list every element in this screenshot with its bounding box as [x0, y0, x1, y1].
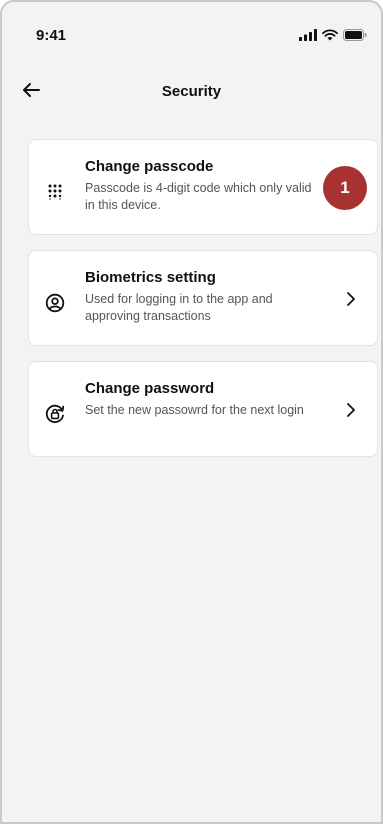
change-passcode-card[interactable]: Change passcode Passcode is 4-digit code… [28, 139, 378, 235]
signal-icon [299, 29, 317, 41]
card-description: Used for logging in to the app and appro… [85, 292, 273, 323]
chevron-right-icon [343, 400, 359, 420]
phone-screen: 9:41 Security Change passcode Passcode i… [0, 0, 383, 824]
battery-icon [343, 29, 367, 41]
wifi-icon [322, 29, 338, 41]
face-user-icon [43, 291, 67, 315]
card-title: Change password [85, 380, 215, 397]
biometrics-setting-card[interactable]: Biometrics setting Used for logging in t… [28, 250, 378, 346]
lock-rotate-icon [43, 402, 67, 426]
card-description: Set the new passowrd for the next login [85, 403, 304, 417]
step-badge: 1 [323, 166, 367, 210]
status-icons [299, 29, 367, 41]
header: Security [2, 72, 381, 112]
status-bar: 9:41 [2, 2, 381, 62]
keypad-icon [43, 180, 67, 204]
status-time: 9:41 [36, 27, 67, 44]
card-description: Passcode is 4-digit code which only vali… [85, 181, 312, 212]
page-title: Security [161, 83, 222, 100]
chevron-right-icon [343, 289, 359, 309]
card-title: Change passcode [85, 158, 214, 175]
change-password-card[interactable]: Change password Set the new passowrd for… [28, 361, 378, 457]
card-title: Biometrics setting [85, 269, 216, 286]
